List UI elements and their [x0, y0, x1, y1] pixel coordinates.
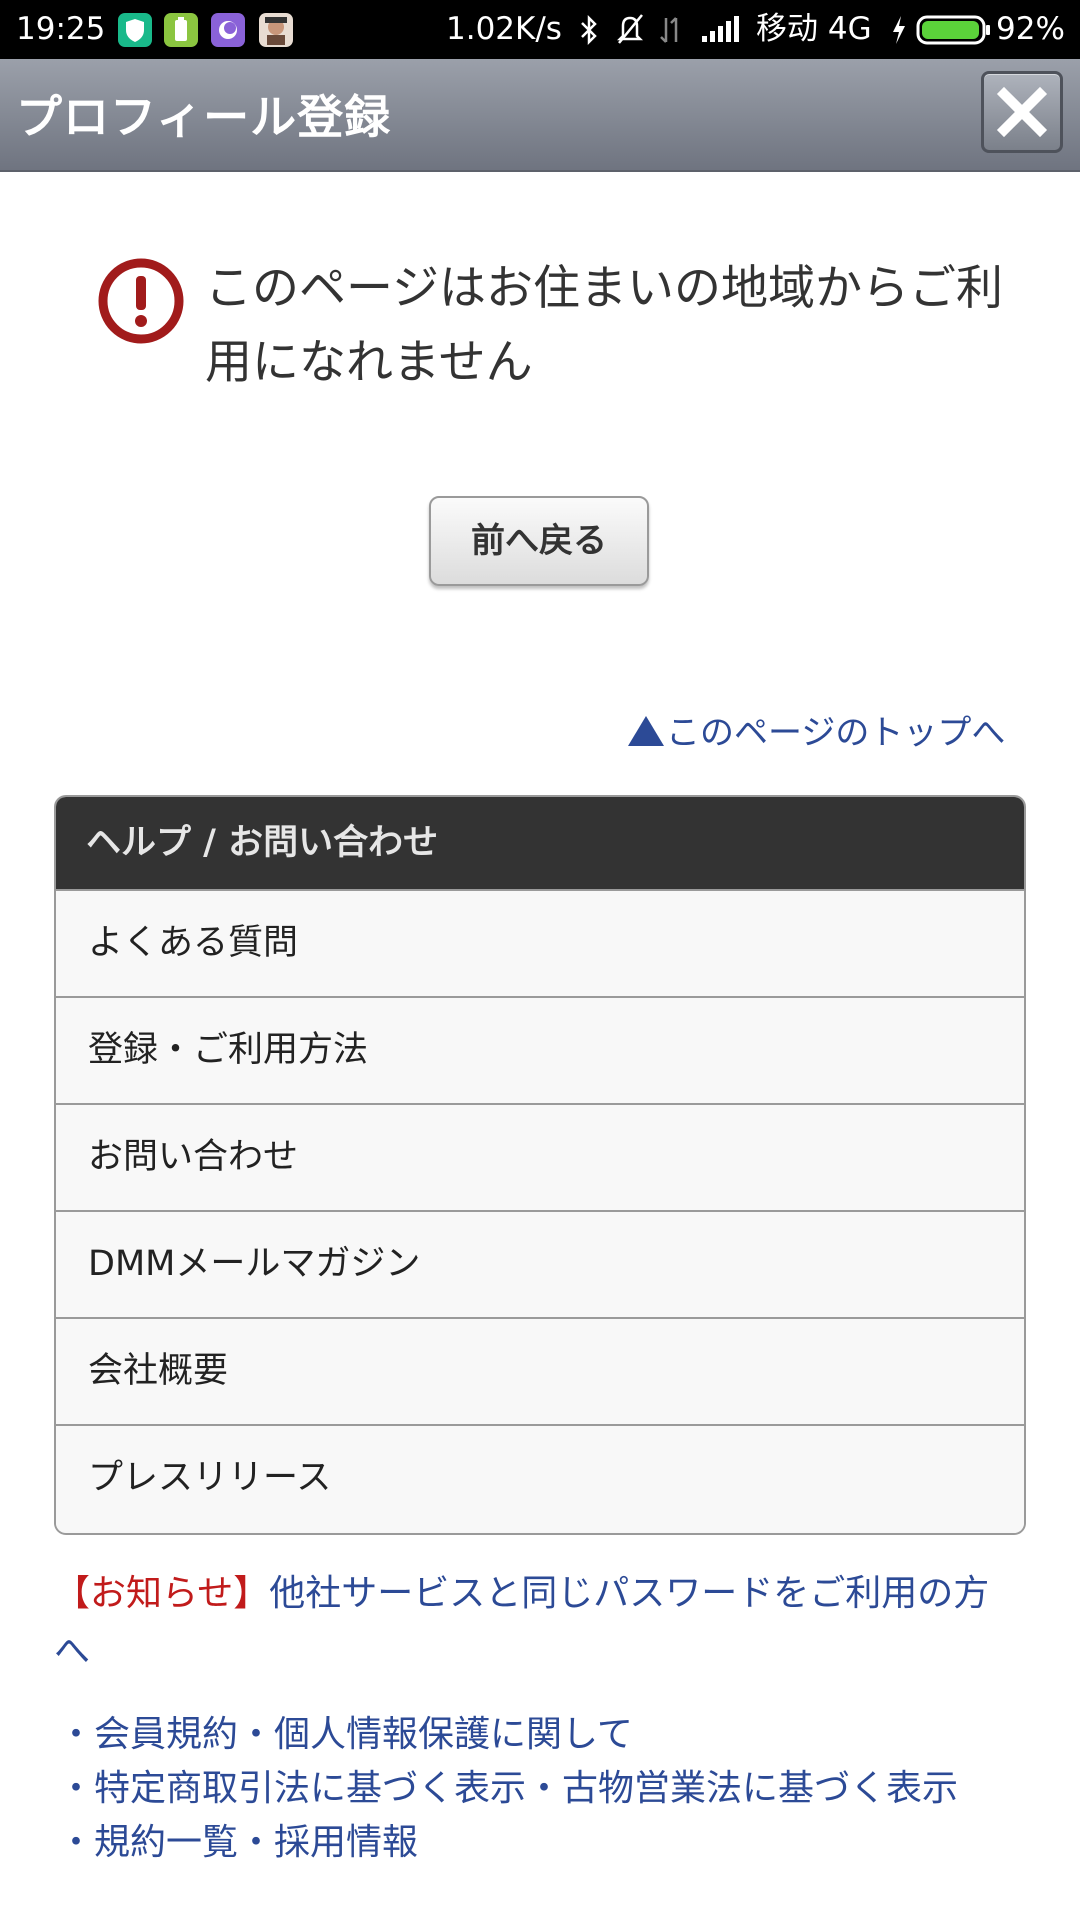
page-top-link[interactable]: このページのトップへ [628, 710, 1005, 756]
footer-link-terms[interactable]: ・会員規約・個人情報保護に関して [58, 1710, 633, 1760]
page-title: プロフィール登録 [16, 90, 392, 144]
purple-app-icon [211, 13, 245, 47]
status-time: 19:25 [16, 11, 106, 47]
help-item-mail-magazine[interactable]: DMMメールマガジン [56, 1210, 1024, 1317]
help-item-registration[interactable]: 登録・ご利用方法 [56, 996, 1024, 1103]
help-item-contact[interactable]: お問い合わせ [56, 1103, 1024, 1210]
notice-link[interactable]: 【お知らせ】他社サービスと同じパスワードをご利用の方へ [54, 1565, 1014, 1681]
network-speed: 1.02K/s [446, 11, 562, 47]
triangle-up-icon [628, 716, 664, 746]
battery-icon [916, 15, 990, 45]
battery-app-icon [164, 13, 198, 47]
help-panel-title: ヘルプ / お問い合わせ [56, 797, 1024, 889]
alert-icon [98, 258, 184, 344]
charging-icon [893, 16, 905, 44]
footer-link-legal[interactable]: ・特定商取引法に基づく表示・古物営業法に基づく表示 [58, 1764, 958, 1814]
carrier-label: 移动 4G [756, 11, 872, 47]
bluetooth-icon [581, 14, 597, 46]
close-button[interactable] [981, 71, 1063, 153]
data-arrows-icon [660, 17, 678, 43]
battery-percent: 92% [996, 11, 1065, 47]
status-bar: 19:25 1.02K/s 移动 4G 92% [0, 0, 1080, 59]
app-header: プロフィール登録 [0, 59, 1080, 172]
back-button[interactable]: 前へ戻る [429, 496, 649, 586]
mute-icon [616, 14, 644, 44]
help-item-press[interactable]: プレスリリース [56, 1424, 1024, 1531]
help-panel: ヘルプ / お問い合わせ よくある質問 登録・ご利用方法 お問い合わせ DMMメ… [54, 795, 1026, 1535]
page-top-link-label: このページのトップへ [666, 713, 1006, 753]
close-icon [996, 86, 1048, 138]
signal-icon [702, 16, 739, 42]
shield-app-icon [118, 13, 152, 47]
game-avatar-icon [259, 13, 293, 47]
notice-tag: 【お知らせ】 [54, 1573, 270, 1614]
region-error-message: このページはお住まいの地域からご利用になれません [205, 261, 1004, 390]
help-item-company[interactable]: 会社概要 [56, 1317, 1024, 1424]
help-item-faq[interactable]: よくある質問 [56, 889, 1024, 996]
footer-link-rules[interactable]: ・規約一覧・採用情報 [58, 1818, 418, 1868]
